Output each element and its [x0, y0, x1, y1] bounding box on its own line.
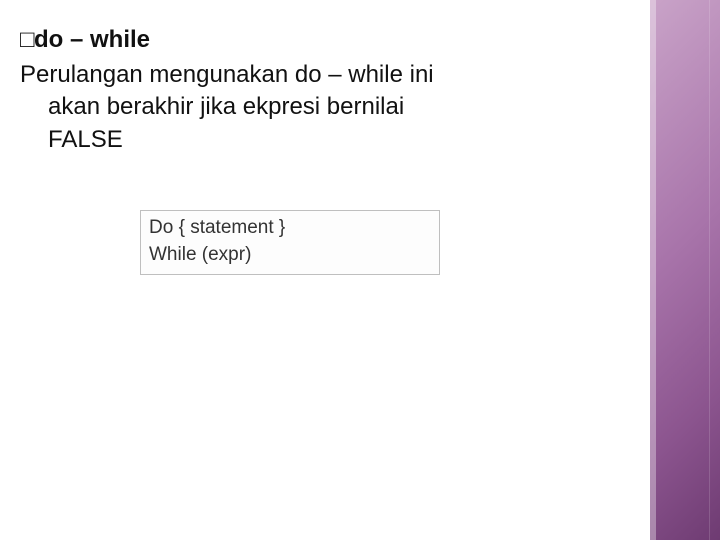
bullet-icon: □: [20, 26, 34, 55]
code-line-1: Do { statement }: [149, 215, 431, 242]
content-area: □do – while Perulangan mengunakan do – w…: [20, 26, 630, 156]
body-paragraph: Perulangan mengunakan do – while ini aka…: [20, 59, 630, 156]
body-line-1: Perulangan mengunakan do – while ini: [20, 61, 434, 88]
slide: □do – while Perulangan mengunakan do – w…: [0, 0, 720, 540]
heading: □do – while: [20, 26, 630, 55]
body-line-3: FALSE: [20, 124, 630, 156]
heading-rest: – while: [63, 26, 150, 53]
heading-bold: do: [34, 26, 63, 53]
decorative-side-strip: [650, 0, 720, 540]
code-line-2: While (expr): [149, 242, 431, 269]
code-box: Do { statement } While (expr): [140, 210, 440, 275]
body-line-2: akan berakhir jika ekpresi bernilai: [20, 91, 630, 123]
